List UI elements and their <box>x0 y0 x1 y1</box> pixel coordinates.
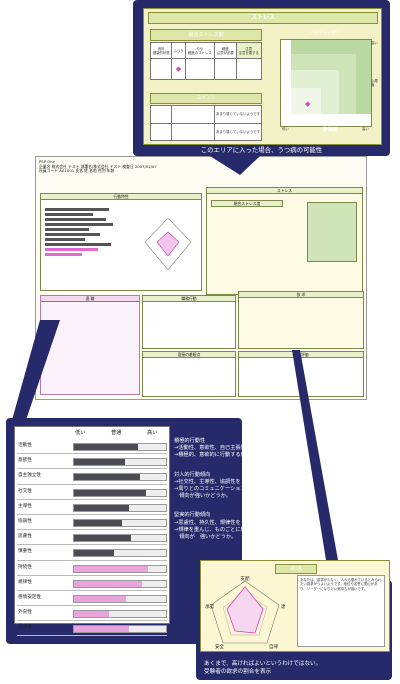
axis-safety: 安全 <box>215 643 224 649</box>
desire-note: あなたは、欲求が少なく、人から優れているとみられたい欲求がつよいようです。地位や… <box>297 575 385 647</box>
trait-row: 社交性 <box>17 485 167 500</box>
trait-bar <box>74 474 141 481</box>
header-avg: 普通 <box>111 430 122 436</box>
trait-track <box>73 579 167 588</box>
desire-callout: 欲 求 支配 達成 自律 安全 承認 あなたは、欲求が少なく、人から優れていると… <box>196 560 392 680</box>
trait-bar <box>74 580 143 587</box>
trait-track <box>73 564 167 573</box>
trait-track <box>73 549 167 558</box>
trait-label: 自主独立性 <box>18 473 41 479</box>
behavior-rows: 活動性意欲性自主独立性社交性主導性協調性思慮性慎重性持続性規律性感情安定性外向性… <box>17 439 167 637</box>
trait-group-line: 傾向が 強いかどうか。 <box>174 534 237 541</box>
trait-bar <box>74 611 109 618</box>
trait-label: 外向性 <box>18 610 32 616</box>
trait-row: 慎重性 <box>17 545 167 561</box>
desire-title: 欲 求 <box>275 564 317 574</box>
trait-row: 持続性 <box>17 561 167 576</box>
trait-group-head: 対人的行動傾向 <box>174 471 211 478</box>
trait-track <box>73 610 167 619</box>
trait-label: 思慮性 <box>18 534 32 540</box>
trait-group-line: →積極的、意欲的に行動する傾向が強いかどうか <box>174 452 288 459</box>
trait-label: 規律性 <box>18 579 32 585</box>
trait-track <box>73 534 167 543</box>
desire-foot-1: あくまで、高ければよいというわけではない。 <box>204 661 322 668</box>
trait-track <box>73 594 167 603</box>
trait-label: 社交性 <box>18 488 32 494</box>
trait-bar <box>74 444 139 450</box>
trait-group-line: →思慮性、持久性、規律性をトータルで表現 <box>174 519 277 526</box>
trait-track <box>73 458 167 467</box>
header-low: 低い <box>75 430 86 436</box>
trait-track <box>73 518 167 527</box>
trait-row: 主導性 <box>17 500 167 515</box>
trait-row: 協調性 <box>17 515 167 531</box>
desire-footnote: あくまで、高ければよいというわけではない。 受験者の欲求の割合を表示 <box>204 661 321 676</box>
trait-label: 自律性 <box>18 625 32 631</box>
trait-row: 感情安定性 <box>17 591 167 607</box>
trait-track <box>73 503 167 512</box>
trait-bar <box>74 595 126 602</box>
trait-bar <box>74 550 115 557</box>
trait-row: 自律性 <box>17 621 167 637</box>
axis-achievement: 達成 <box>281 603 285 610</box>
axis-approval: 承認 <box>205 603 214 610</box>
desire-foot-2: 受験者の欲求の割合を表示 <box>204 668 272 675</box>
trait-label: 持続性 <box>18 564 32 570</box>
trait-group-line: 傾向が強いかどうか。 <box>174 493 231 500</box>
trait-group-line: →社交性、主導性、協調性をトータルで表現 <box>174 478 277 485</box>
trait-row: 外向性 <box>17 606 167 622</box>
behavior-description: 積極的行動性 →活動性、意欲性、自己主張性をトータルで表現 →積極的、意欲的に行動す… <box>174 438 384 541</box>
trait-label: 慎重性 <box>18 549 32 555</box>
trait-track <box>73 488 167 497</box>
axis-dominance: 支配 <box>241 575 250 582</box>
header-high: 高い <box>147 430 158 436</box>
trait-row: 活動性 <box>17 439 167 455</box>
trait-track <box>73 473 167 482</box>
trait-bar <box>74 535 132 542</box>
trait-label: 活動性 <box>18 443 32 448</box>
trait-label: 感情安定性 <box>18 594 41 600</box>
desire-radar: 支配 達成 自律 安全 承認 <box>205 575 285 649</box>
behavior-card: 低い 普通 高い 活動性意欲性自主独立性社交性主導性協調性思慮性慎重性持続性規律… <box>14 426 170 637</box>
trait-bar <box>74 626 130 633</box>
trait-bar <box>74 489 146 496</box>
trait-track <box>73 625 167 634</box>
trait-label: 意欲性 <box>18 458 32 464</box>
trait-label: 協調性 <box>18 518 32 524</box>
trait-group-line: →規律を重んじ、ものごとに粘り強く対応できる <box>174 526 288 533</box>
trait-bar <box>74 459 125 466</box>
trait-group-head: 堅実的行動傾向 <box>174 512 211 519</box>
trait-row: 思慮性 <box>17 530 167 546</box>
trait-bar <box>74 504 130 511</box>
trait-row: 意欲性 <box>17 454 167 470</box>
trait-row: 自主独立性 <box>17 469 167 485</box>
trait-bar <box>74 519 122 526</box>
trait-bar <box>74 565 148 572</box>
desire-card: 欲 求 支配 達成 自律 安全 承認 あなたは、欲求が少なく、人から優れていると… <box>200 560 390 652</box>
axis-autonomy: 自律 <box>269 643 278 649</box>
trait-row: 規律性 <box>17 576 167 591</box>
trait-track <box>73 443 167 451</box>
trait-label: 主導性 <box>18 503 32 509</box>
